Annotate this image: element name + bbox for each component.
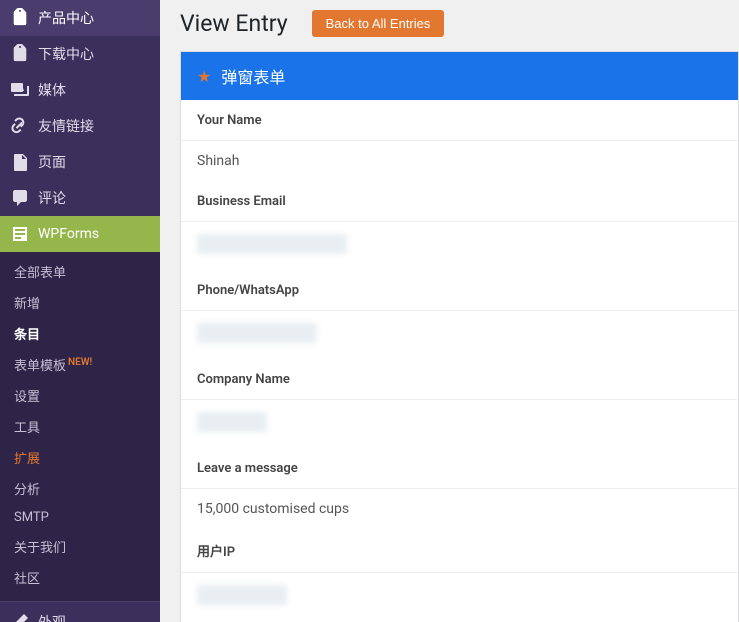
star-icon: ★ (197, 67, 211, 86)
menu-item-products[interactable]: 产品中心 (0, 0, 160, 36)
field-label-name: Your Name (181, 100, 738, 141)
menu-label: 外观 (38, 612, 66, 622)
menu-label: WPForms (38, 226, 99, 242)
submenu-community[interactable]: 社区 (0, 562, 160, 593)
field-value-ip (181, 573, 738, 621)
submenu-tools[interactable]: 工具 (0, 411, 160, 442)
field-label-phone: Phone/WhatsApp (181, 270, 738, 311)
redacted-value (197, 234, 347, 254)
submenu-about[interactable]: 关于我们 (0, 531, 160, 562)
field-label-message: Leave a message (181, 448, 738, 489)
field-value-phone (181, 311, 738, 359)
media-icon (10, 80, 30, 100)
panel-header: ★ 弹窗表单 (181, 52, 738, 100)
back-to-entries-button[interactable]: Back to All Entries (312, 10, 445, 37)
submenu-analytics[interactable]: 分析 (0, 473, 160, 504)
submenu-all-forms[interactable]: 全部表单 (0, 256, 160, 287)
page-header: View Entry Back to All Entries (160, 0, 739, 51)
field-value-name: Shinah (181, 141, 738, 181)
sidebar: 产品中心 下载中心 媒体 友情链接 页面 评论 WPForms 全部表单 新增 (0, 0, 160, 622)
redacted-value (197, 585, 287, 605)
field-label-company: Company Name (181, 359, 738, 400)
submenu-settings[interactable]: 设置 (0, 380, 160, 411)
redacted-value (197, 323, 317, 343)
submenu-addons[interactable]: 扩展 (0, 442, 160, 473)
field-value-company (181, 400, 738, 448)
menu-item-downloads[interactable]: 下载中心 (0, 36, 160, 72)
menu-label: 媒体 (38, 80, 66, 100)
menu-item-pages[interactable]: 页面 (0, 144, 160, 180)
menu-label: 产品中心 (38, 8, 94, 28)
form-icon (10, 224, 30, 244)
submenu-label: 表单模板 (14, 359, 66, 374)
page-title: View Entry (180, 10, 288, 37)
field-value-message: 15,000 customised cups (181, 489, 738, 529)
menu-item-wpforms[interactable]: WPForms (0, 216, 160, 252)
panel-body: Your Name Shinah Business Email Phone/Wh… (181, 100, 738, 622)
redacted-value (197, 412, 267, 432)
new-badge: NEW! (68, 357, 92, 368)
menu-label: 下载中心 (38, 44, 94, 64)
submenu-wpforms: 全部表单 新增 条目 表单模板NEW! 设置 工具 扩展 分析 SMTP 关于我… (0, 252, 160, 601)
panel-title: 弹窗表单 (221, 64, 285, 88)
menu-item-media[interactable]: 媒体 (0, 72, 160, 108)
field-label-ip: 用户IP (181, 529, 738, 573)
entry-panel: ★ 弹窗表单 Your Name Shinah Business Email P… (180, 51, 739, 622)
menu-label: 页面 (38, 152, 66, 172)
pin-icon (10, 44, 30, 64)
link-icon (10, 116, 30, 136)
submenu-add-new[interactable]: 新增 (0, 287, 160, 318)
menu-item-links[interactable]: 友情链接 (0, 108, 160, 144)
submenu-entries[interactable]: 条目 (0, 318, 160, 349)
submenu-smtp[interactable]: SMTP (0, 504, 160, 531)
field-label-email: Business Email (181, 181, 738, 222)
menu-label: 评论 (38, 188, 66, 208)
comment-icon (10, 188, 30, 208)
pin-icon (10, 8, 30, 28)
menu-item-appearance[interactable]: 外观 (0, 601, 160, 622)
submenu-templates[interactable]: 表单模板NEW! (0, 349, 160, 380)
menu-label: 友情链接 (38, 116, 94, 136)
main-content: View Entry Back to All Entries ★ 弹窗表单 Yo… (160, 0, 739, 622)
menu-item-comments[interactable]: 评论 (0, 180, 160, 216)
field-value-email (181, 222, 738, 270)
brush-icon (10, 612, 30, 622)
page-icon (10, 152, 30, 172)
